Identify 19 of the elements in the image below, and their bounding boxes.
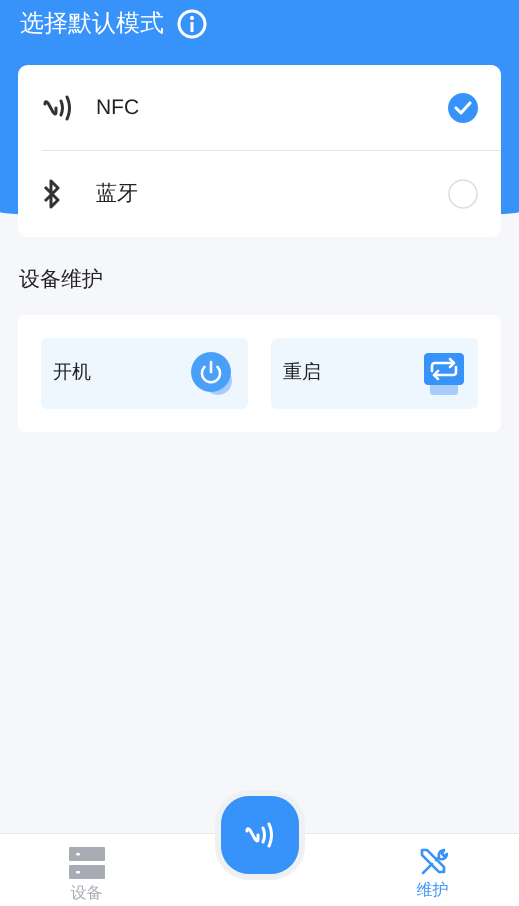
radio-icon[interactable] xyxy=(447,178,479,210)
section-title: 设备维护 xyxy=(19,267,103,293)
check-icon[interactable] xyxy=(447,92,479,124)
nfc-icon xyxy=(42,94,74,120)
server-icon xyxy=(68,847,104,880)
info-icon[interactable] xyxy=(176,8,208,40)
power-icon xyxy=(191,352,234,396)
mode-label: 蓝牙 xyxy=(96,181,139,208)
header-title: 选择默认模式 xyxy=(20,9,164,39)
bluetooth-icon xyxy=(42,179,62,209)
mode-option[interactable]: NFC xyxy=(42,65,501,151)
repeat-icon xyxy=(424,352,464,394)
power-on-button[interactable]: 开机 xyxy=(41,338,248,409)
nfc-icon xyxy=(244,822,276,848)
nfc-button[interactable] xyxy=(220,796,298,874)
restart-button[interactable]: 重启 xyxy=(271,338,478,409)
tools-icon xyxy=(418,847,448,877)
mode-label: NFC xyxy=(96,94,140,121)
mode-option[interactable]: 蓝牙 xyxy=(42,151,501,237)
